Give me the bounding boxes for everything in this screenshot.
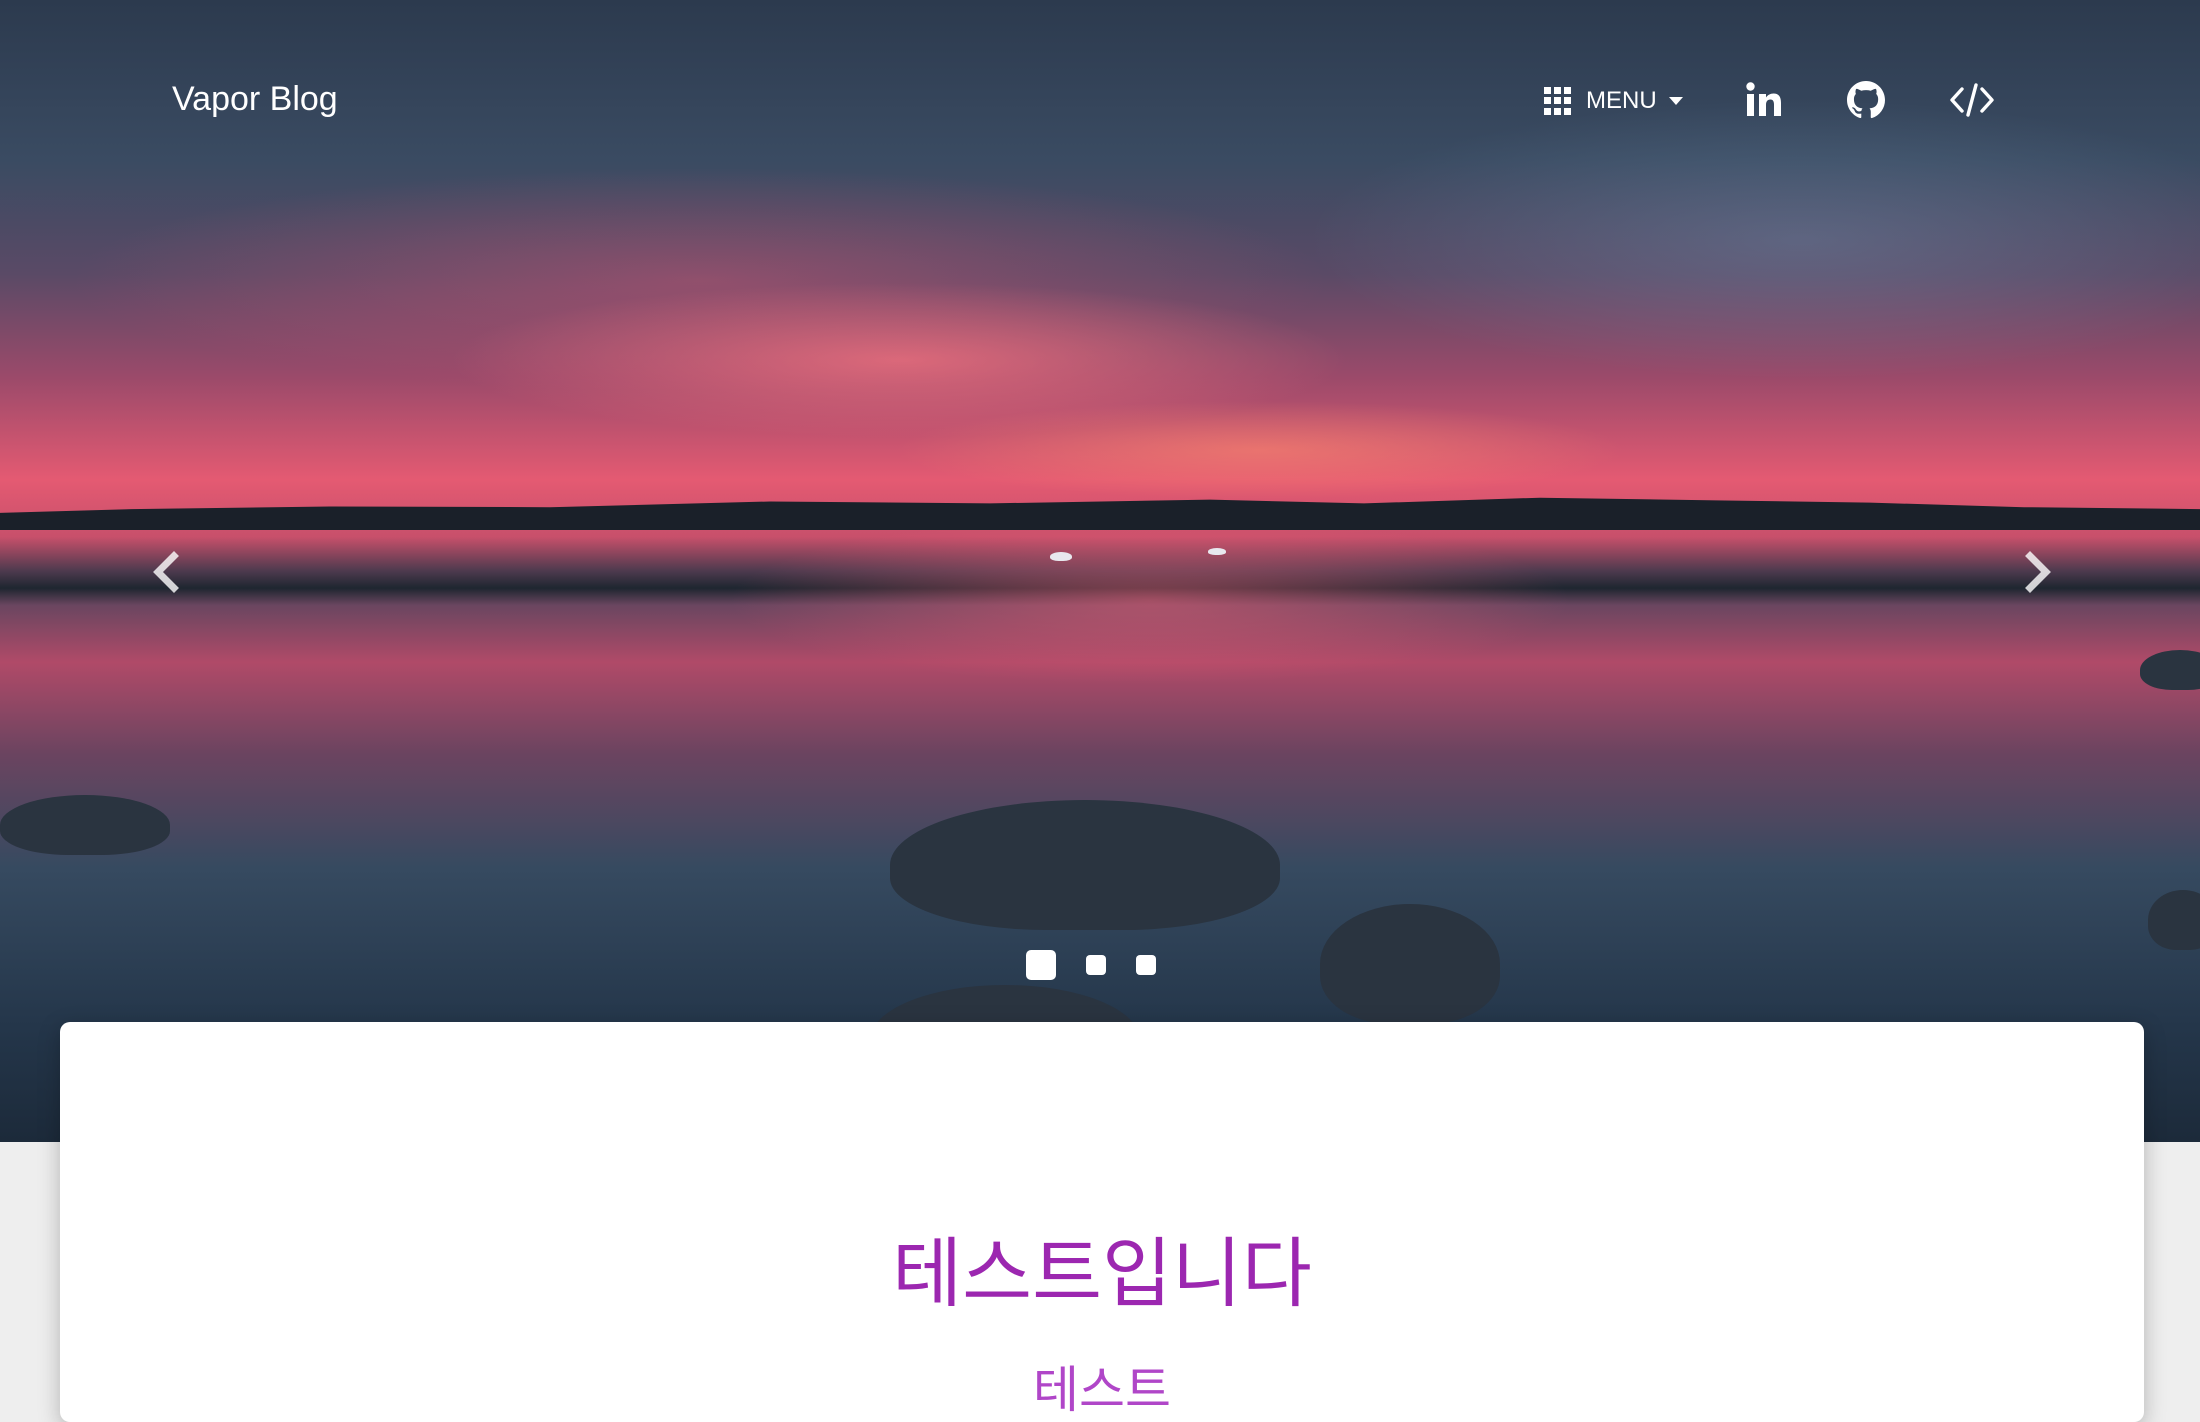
carousel-indicators (1026, 950, 1156, 980)
menu-label: MENU (1586, 87, 1657, 114)
hero-shoreline (0, 497, 2200, 530)
carousel-indicator-1[interactable] (1026, 950, 1056, 980)
code-icon (1950, 83, 1994, 117)
navbar: Vapor Blog MENU (0, 0, 2200, 200)
code-link[interactable] (1948, 76, 1996, 124)
post-subtitle: 테스트 (1033, 1361, 1171, 1419)
github-icon (1847, 81, 1885, 119)
post-title: 테스트입니다 (892, 1229, 1312, 1318)
linkedin-link[interactable] (1740, 76, 1788, 124)
linkedin-icon (1746, 82, 1781, 116)
github-link[interactable] (1842, 76, 1890, 124)
chevron-left-icon (153, 551, 179, 593)
carousel-next-button[interactable] (2018, 548, 2058, 596)
carousel-indicator-3[interactable] (1136, 955, 1156, 975)
carousel-prev-button[interactable] (146, 548, 186, 596)
hero-rock (1320, 904, 1500, 1024)
grid-icon (1544, 87, 1572, 115)
hero-swan (1050, 552, 1072, 561)
hero-rock (2148, 890, 2200, 950)
hero-rock (0, 795, 170, 855)
menu-dropdown-button[interactable]: MENU (1544, 84, 1683, 118)
brand-link[interactable]: Vapor Blog (172, 80, 338, 119)
carousel-indicator-2[interactable] (1086, 955, 1106, 975)
hero-rock (890, 800, 1280, 930)
chevron-right-icon (2025, 551, 2051, 593)
hero-rock (2140, 650, 2200, 690)
caret-down-icon (1668, 97, 1683, 105)
hero-swan (1208, 548, 1226, 555)
post-card: 테스트입니다 테스트 (60, 1022, 2144, 1422)
